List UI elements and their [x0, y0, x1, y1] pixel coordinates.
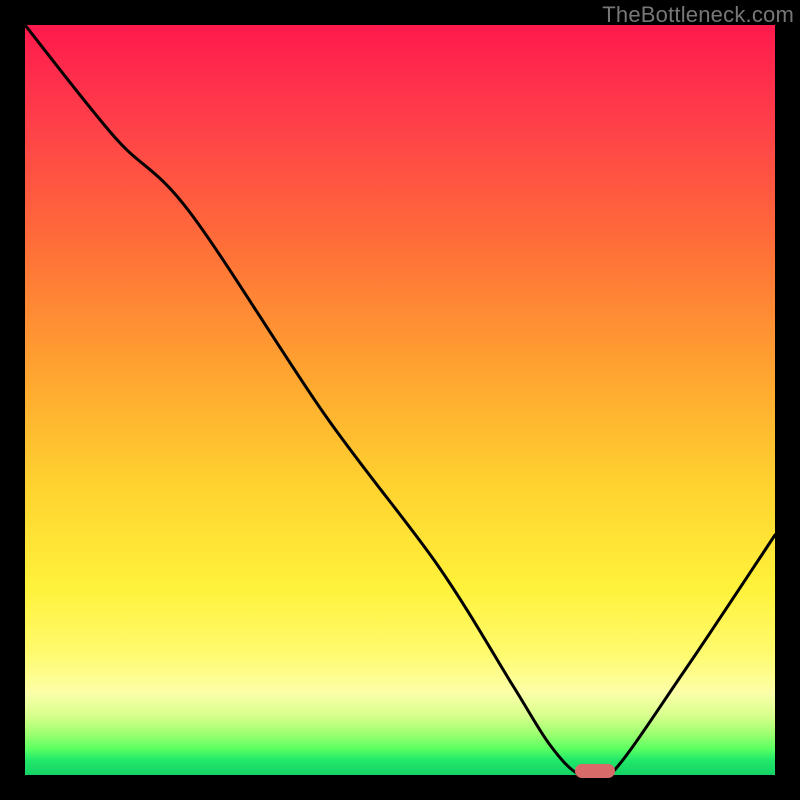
bottleneck-curve [25, 25, 775, 775]
optimal-marker [575, 764, 615, 778]
chart-frame: TheBottleneck.com [0, 0, 800, 800]
plot-area [25, 25, 775, 775]
